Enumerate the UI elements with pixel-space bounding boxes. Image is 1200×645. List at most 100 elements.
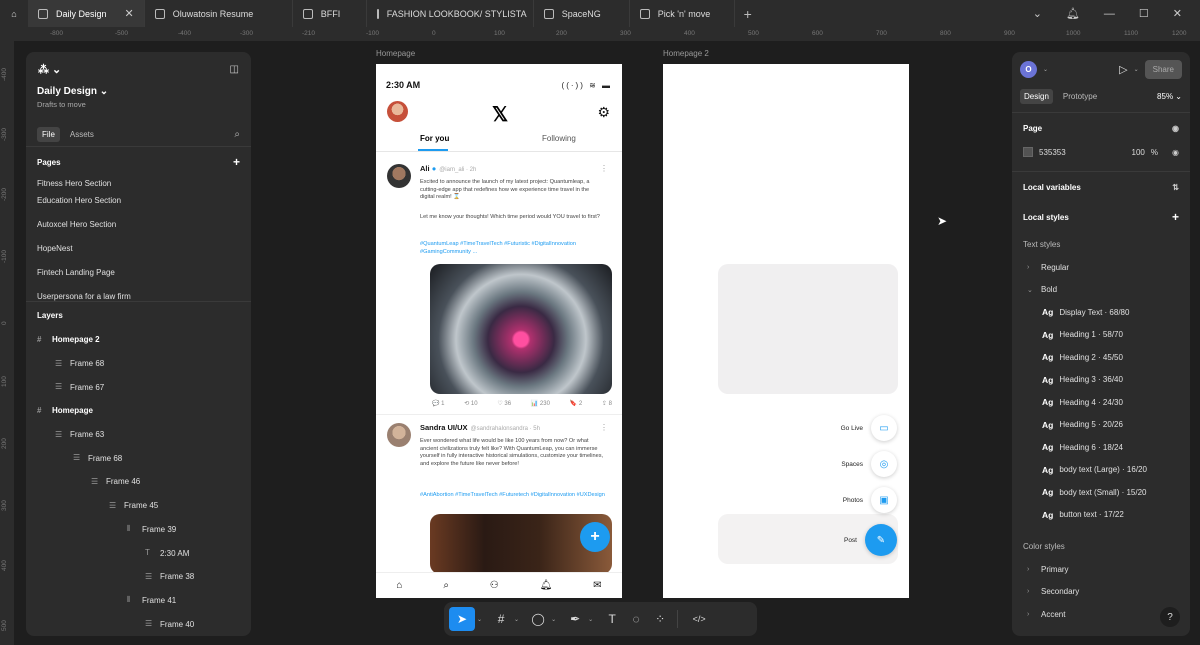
maximize-icon[interactable]: ☐ <box>1139 7 1149 20</box>
figma-menu-icon[interactable]: ⁂ ⌄ <box>38 63 61 76</box>
gear-icon[interactable]: ⚙ <box>597 104 610 121</box>
tab-spaceng[interactable]: SpaceNG <box>534 0 630 27</box>
text-tool-button[interactable]: T <box>601 607 623 631</box>
frame-tool-button[interactable]: # <box>490 607 512 631</box>
zoom-level[interactable]: 85% ⌄ <box>1157 92 1182 101</box>
profile-avatar[interactable] <box>387 101 408 122</box>
close-icon[interactable]: ✕ <box>125 7 134 20</box>
tab-oluwatosin-resume[interactable]: Oluwatosin Resume <box>145 0 293 27</box>
communities-icon[interactable]: ⚇ <box>490 580 499 591</box>
dev-mode-icon[interactable]: </> <box>684 607 714 631</box>
chevron-down-icon[interactable]: ⌄ <box>588 616 593 623</box>
close-window-icon[interactable]: ✕ <box>1173 7 1182 20</box>
more-icon[interactable]: ⋮ <box>600 164 608 173</box>
chevron-down-icon[interactable]: ⌄ <box>477 616 482 623</box>
add-style-icon[interactable]: + <box>1172 210 1179 224</box>
tab-for-you[interactable]: For you <box>417 134 449 151</box>
page-item[interactable]: Fitness Hero Section <box>26 177 251 188</box>
layer-item[interactable]: # Homepage 2 <box>26 328 251 352</box>
page-item[interactable]: Userpersona for a law firm <box>26 284 251 301</box>
bell-icon[interactable]: 🔔︎ <box>1066 7 1080 20</box>
tab-bffi[interactable]: BFFI <box>293 0 367 27</box>
menu-go-live[interactable]: Go Live ▭ <box>841 415 897 441</box>
sidebar-toggle-icon[interactable]: ◫ <box>230 64 239 75</box>
tab-design[interactable]: Design <box>1020 88 1053 104</box>
retweet-icon[interactable]: ⟲ 10 <box>464 400 477 407</box>
share-button[interactable]: Share <box>1144 59 1182 79</box>
layer-item[interactable]: ☰ Frame 46 <box>26 470 251 494</box>
layer-item[interactable]: ⫴ Frame 41 <box>26 589 251 613</box>
views-icon[interactable]: 📊 230 <box>531 400 550 407</box>
tab-following[interactable]: Following <box>542 134 576 143</box>
share-icon[interactable]: ⇪ 8 <box>602 400 612 407</box>
variables-icon[interactable]: ⇅ <box>1172 183 1179 192</box>
page-item[interactable]: Autoxcel Hero Section <box>26 212 251 236</box>
page-color-value[interactable]: 535353 <box>1039 148 1066 157</box>
layer-item[interactable]: ☰ Frame 63 <box>26 423 251 447</box>
tab-prototype[interactable]: Prototype <box>1063 92 1097 101</box>
tweet-author[interactable]: Sandra UI/UX @sandrahalonsandra · 5h <box>420 423 540 432</box>
present-icon[interactable]: ▷ <box>1119 63 1127 76</box>
frame-label-homepage-2[interactable]: Homepage 2 <box>663 49 709 58</box>
file-tab[interactable]: File <box>37 127 60 142</box>
text-style-item[interactable]: Ag Heading 2 · 45/50 <box>1012 346 1190 369</box>
text-style-item[interactable]: Ag Heading 5 · 20/26 <box>1012 414 1190 437</box>
page-item[interactable]: Education Hero Section <box>26 188 251 212</box>
homepage-frame[interactable]: 2:30 AM ((·)) ≋ ▬ 𝕏 ⚙ For you Following … <box>376 64 622 598</box>
visibility-icon[interactable]: ◉ <box>1172 148 1179 157</box>
more-icon[interactable]: ⋮ <box>600 423 608 432</box>
page-color-row[interactable]: 535353 100 % ◉ <box>1012 143 1190 161</box>
home-icon[interactable]: ⌂ <box>0 0 28 27</box>
layer-item[interactable]: ☰ Frame 38 <box>26 565 251 589</box>
bookmark-icon[interactable]: 🔖 2 <box>570 400 582 407</box>
text-style-item[interactable]: Ag Heading 1 · 58/70 <box>1012 324 1190 347</box>
minimize-icon[interactable]: — <box>1104 8 1115 20</box>
messages-icon[interactable]: ✉ <box>593 580 601 591</box>
layer-item[interactable]: # Homepage <box>26 399 251 423</box>
layer-item[interactable]: ⫴ Frame 39 <box>26 518 251 542</box>
help-button[interactable]: ? <box>1160 607 1180 627</box>
text-style-item[interactable]: Ag Heading 6 · 18/24 <box>1012 436 1190 459</box>
text-style-item[interactable]: Ag Heading 3 · 36/40 <box>1012 369 1190 392</box>
chevron-down-icon[interactable]: ⌄ <box>551 616 556 623</box>
menu-post[interactable]: Post ✎ <box>844 524 897 556</box>
chevron-down-icon[interactable]: ⌄ <box>1134 66 1139 73</box>
actions-tool-button[interactable]: ⁘ <box>649 607 671 631</box>
pen-tool-button[interactable]: ✒ <box>564 607 586 631</box>
layer-item[interactable]: ☰ Frame 68 <box>26 446 251 470</box>
search-icon[interactable]: ⌕ <box>443 580 449 591</box>
chevron-down-icon[interactable]: ⌄ <box>1033 7 1042 20</box>
search-icon[interactable]: ⌕ <box>234 129 240 140</box>
text-style-item[interactable]: Ag button text · 17/22 <box>1012 504 1190 527</box>
tweet-avatar[interactable] <box>387 423 411 447</box>
tweet-author[interactable]: Ali ● @iam_ali · 2h <box>420 164 476 173</box>
reply-icon[interactable]: 💬 1 <box>432 400 444 407</box>
move-tool-button[interactable]: ➤ <box>449 607 475 631</box>
style-group-bold[interactable]: ⌄ Bold <box>1012 279 1190 302</box>
text-style-item[interactable]: Ag Display Text · 68/80 <box>1012 301 1190 324</box>
color-group[interactable]: › Primary <box>1012 558 1190 581</box>
chevron-down-icon[interactable]: ⌄ <box>514 616 519 623</box>
color-swatch[interactable] <box>1023 147 1033 157</box>
notifications-icon[interactable]: 🔔︎ <box>540 580 553 591</box>
text-style-item[interactable]: Ag body text (Large) · 16/20 <box>1012 459 1190 482</box>
menu-photos[interactable]: Photos ▣ <box>843 487 897 513</box>
tweet-hashtags[interactable]: #AntiAbortion #TimeTravelTech #Futuretec… <box>420 492 605 500</box>
comment-tool-button[interactable]: ◌ <box>625 607 647 631</box>
menu-spaces[interactable]: Spaces ◎ <box>841 451 897 477</box>
chevron-down-icon[interactable]: ⌄ <box>1043 66 1048 73</box>
compose-button[interactable]: + <box>580 522 610 552</box>
page-item[interactable]: HopeNest <box>26 236 251 260</box>
tweet-avatar[interactable] <box>387 164 411 188</box>
layer-item[interactable]: ☰ Frame 68 <box>26 352 251 376</box>
tweet-hashtags[interactable]: #QuantumLeap #TimeTravelTech #Futuristic… <box>420 241 605 256</box>
add-page-icon[interactable]: + <box>233 155 240 169</box>
new-tab-button[interactable]: + <box>735 6 761 22</box>
page-opacity[interactable]: 100 <box>1132 148 1145 157</box>
text-style-item[interactable]: Ag body text (Small) · 15/20 <box>1012 481 1190 504</box>
homepage-2-frame[interactable]: Go Live ▭ Spaces ◎ Photos ▣ Post ✎ <box>663 64 909 598</box>
local-variables-label[interactable]: Local variables <box>1023 183 1081 192</box>
layer-item[interactable]: T 2:30 AM <box>26 541 251 565</box>
tab-pick-n-move[interactable]: Pick 'n' move <box>630 0 735 27</box>
assets-tab[interactable]: Assets <box>70 130 94 139</box>
